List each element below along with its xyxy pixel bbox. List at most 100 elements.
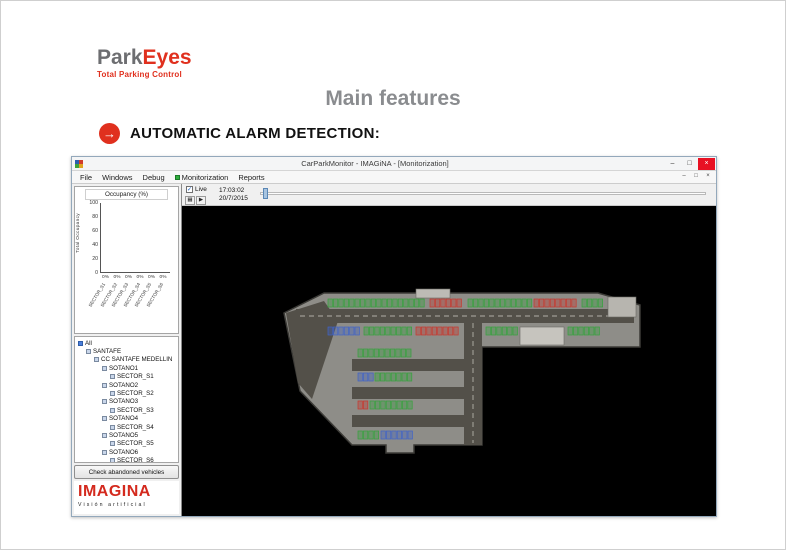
window-titlebar: CarParkMonitor - IMAGiNA - [Monitorizati… [72,157,716,171]
tree-node-icon [102,450,107,455]
time-value: 17:03:02 [219,187,244,194]
tree-node-icon [102,433,107,438]
mdi-restore-button[interactable]: □ [690,172,702,182]
tree-node-icon [110,458,115,463]
live-toggle-row: ✓ Live [186,186,207,193]
left-panel: Occupancy (%) Total Occupancy 100 80 60 … [72,184,182,516]
maximize-button[interactable]: □ [681,158,698,170]
tree-item-cc-santafe-medellin[interactable]: CC SANTAFE MEDELLIN [75,356,178,364]
mdi-minimize-button[interactable]: – [678,172,690,182]
close-button[interactable]: × [698,158,715,170]
tree-item-label: SOTANO2 [109,382,138,389]
feature-heading-row: → AUTOMATIC ALARM DETECTION: [99,123,380,144]
monitor-toolbar: ✓ Live ▦ ▶ 17:03:02 20/7/2015 [182,184,716,206]
minimize-button[interactable]: – [664,158,681,170]
tree-item-label: SANTAFE [93,348,121,355]
chart-y-axis-label: Total Occupancy [76,213,81,253]
monitor-area: ✓ Live ▦ ▶ 17:03:02 20/7/2015 [182,184,716,516]
menu-item-label: Monitorization [182,173,229,182]
tree-item-sotano5[interactable]: SOTANO5 [75,431,178,439]
live-checkbox[interactable]: ✓ [186,186,193,193]
structure-block [608,297,636,317]
tree-item-sotano4[interactable]: SOTANO4 [75,415,178,423]
tree-node-icon [110,408,115,413]
menu-item-label: File [80,173,92,182]
lower-aisle-3 [352,415,476,427]
live-label: Live [195,186,207,193]
menu-item-reports[interactable]: Reports [233,173,269,182]
tree-item-all[interactable]: All [75,339,178,347]
map-viewport[interactable] [182,206,716,516]
tree-item-sector-s1[interactable]: SECTOR_S1 [75,373,178,381]
playback-buttons: ▦ ▶ [185,196,206,205]
chart-title: Occupancy (%) [85,189,168,200]
tree-node-icon [102,416,107,421]
mdi-close-button[interactable]: × [702,172,714,182]
menu-item-file[interactable]: File [75,173,97,182]
tree-item-santafe[interactable]: SANTAFE [75,347,178,355]
structure-block [520,327,564,345]
logo-eyes-text: Eyes [143,46,192,69]
parkeyes-logo-text: ParkEyes [97,47,192,68]
parking-floorplan[interactable] [264,286,644,458]
tree-item-label: SOTANO6 [109,449,138,456]
presentation-slide: ParkEyes Total Parking Control Main feat… [0,0,786,550]
tree-item-sotano3[interactable]: SOTANO3 [75,398,178,406]
bar-value-label: 0% [100,275,111,280]
tree-item-sector-s4[interactable]: SECTOR_S4 [75,423,178,431]
tree-item-label: SOTANO4 [109,415,138,422]
timeline-slider-track[interactable] [260,192,706,195]
tree-node-icon [110,374,115,379]
bar-value-label: 0% [135,275,146,280]
bar-value-label: 0% [123,275,134,280]
timeline-slider[interactable] [260,184,706,205]
tree-item-sector-s2[interactable]: SECTOR_S2 [75,389,178,397]
tree-item-sotano2[interactable]: SOTANO2 [75,381,178,389]
timestamp: 17:03:02 20/7/2015 [219,187,248,204]
occupancy-chart: Occupancy (%) Total Occupancy 100 80 60 … [74,186,179,334]
slide-title: Main features [1,87,785,111]
y-tick: 100 [83,200,98,206]
tree-item-sotano1[interactable]: SOTANO1 [75,364,178,372]
window-body: Occupancy (%) Total Occupancy 100 80 60 … [72,184,716,516]
menu-item-debug[interactable]: Debug [138,173,170,182]
tree-item-sector-s6[interactable]: SECTOR_S6 [75,456,178,463]
tree-item-sotano6[interactable]: SOTANO6 [75,448,178,456]
menu-item-monitorization[interactable]: Monitorization [170,173,234,182]
tree-item-label: SECTOR_S1 [117,373,154,380]
imagina-logo: IMAGINA Visión artificial [74,481,179,514]
window-controls: – □ × [664,158,715,170]
logo-subtitle: Total Parking Control [97,70,192,79]
tree-item-sector-s3[interactable]: SECTOR_S3 [75,406,178,414]
tree-node-icon [110,441,115,446]
tree-item-sector-s5[interactable]: SECTOR_S5 [75,440,178,448]
logo-park-text: Park [97,46,143,69]
timeline-slider-thumb[interactable] [263,188,268,199]
play-button[interactable]: ▶ [196,196,206,205]
menubar: File Windows Debug Monitorization Report… [72,171,716,184]
tree-item-label: SECTOR_S2 [117,390,154,397]
feature-heading: AUTOMATIC ALARM DETECTION: [130,125,380,142]
imagina-logo-name: IMAGINA [78,484,175,500]
tree-item-label: CC SANTAFE MEDELLIN [101,356,172,363]
stairs-block [416,289,450,298]
tree-item-label: SECTOR_S6 [117,457,154,463]
lower-aisle-2 [352,387,476,399]
menu-item-windows[interactable]: Windows [97,173,137,182]
y-tick: 0 [83,270,98,276]
tree-item-label: SOTANO5 [109,432,138,439]
tree-node-icon [110,425,115,430]
tree-item-label: SECTOR_S5 [117,440,154,447]
sector-tree: All SANTAFE CC SANTAFE MEDELLIN SOTANO1 … [74,336,179,463]
tree-node-icon [102,399,107,404]
tree-node-icon [94,357,99,362]
grid-view-button[interactable]: ▦ [185,196,195,205]
lower-aisle-1 [352,359,476,371]
tree-node-icon [78,341,83,346]
tree-node-icon [102,383,107,388]
tree-node-icon [102,366,107,371]
menu-item-label: Debug [143,173,165,182]
tree-item-label: SECTOR_S4 [117,424,154,431]
check-abandoned-vehicles-button[interactable]: Check abandoned vehicles [74,465,179,479]
y-tick: 60 [83,228,98,234]
